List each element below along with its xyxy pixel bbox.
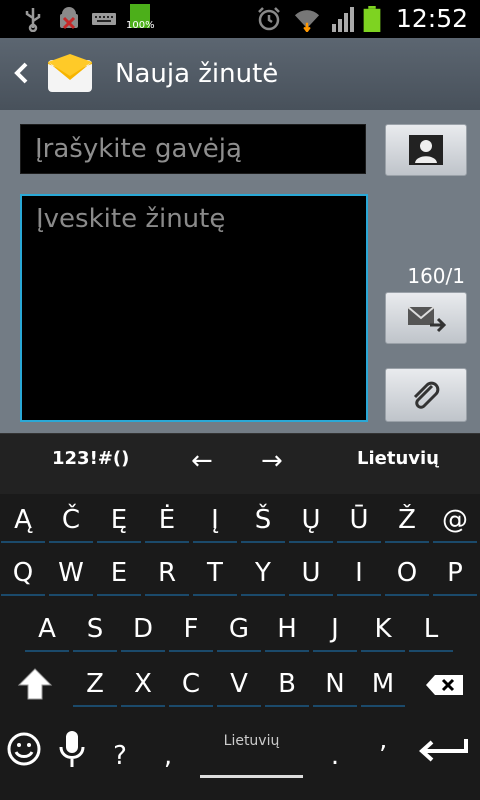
chevron-left-icon[interactable]: [8, 56, 36, 90]
emoji-key[interactable]: [2, 725, 46, 775]
key[interactable]: F: [169, 606, 213, 652]
key[interactable]: G: [217, 606, 261, 652]
clock: 12:52: [395, 4, 468, 33]
key[interactable]: R: [145, 550, 189, 596]
key[interactable]: D: [121, 606, 165, 652]
battery-full-icon: 100%: [126, 4, 155, 34]
question-key[interactable]: ?: [98, 733, 142, 779]
usb-icon: [25, 8, 41, 32]
send-button[interactable]: [385, 292, 467, 344]
key[interactable]: U: [289, 550, 333, 596]
voice-input-key[interactable]: [50, 725, 94, 775]
language-key[interactable]: Lietuvių: [357, 448, 439, 469]
key[interactable]: T: [193, 550, 237, 596]
wifi-icon: [294, 10, 320, 32]
space-bar-line: [200, 775, 303, 778]
backspace-icon: [426, 675, 463, 695]
cursor-left-key[interactable]: ←: [191, 446, 213, 476]
key[interactable]: K: [361, 606, 405, 652]
key[interactable]: W: [49, 550, 93, 596]
key[interactable]: Į: [193, 497, 237, 543]
key[interactable]: Q: [1, 550, 45, 596]
key[interactable]: O: [385, 550, 429, 596]
page-title: Nauja žinutė: [115, 59, 279, 89]
shift-key[interactable]: [10, 661, 60, 707]
key[interactable]: B: [265, 661, 309, 707]
space-key[interactable]: Lietuvių: [200, 733, 303, 783]
key[interactable]: M: [361, 661, 405, 707]
microphone-icon: [59, 731, 85, 767]
compose-area: Įrašykite gavėją Įveskite žinutę 160/1: [0, 110, 480, 433]
signal-icon: [332, 7, 354, 32]
key[interactable]: Č: [49, 497, 93, 543]
space-label: Lietuvių: [223, 733, 280, 749]
contact-icon: [409, 135, 443, 165]
keyboard-toolbar: 123!#() ← → Lietuvių: [0, 433, 480, 494]
char-counter: 160/1: [407, 264, 465, 288]
attach-button[interactable]: [385, 368, 467, 422]
android-debug-icon: [60, 7, 78, 30]
key[interactable]: Ū: [337, 497, 381, 543]
key[interactable]: Z: [73, 661, 117, 707]
key[interactable]: @: [433, 497, 477, 543]
symbols-key[interactable]: 123!#(): [52, 448, 129, 469]
contacts-button[interactable]: [385, 124, 467, 176]
keyboard-icon: [92, 13, 116, 25]
status-bar: 100% 12:52: [0, 0, 480, 38]
key[interactable]: Ą: [1, 497, 45, 543]
comma-key[interactable]: ,: [146, 733, 190, 779]
key[interactable]: Š: [241, 497, 285, 543]
key[interactable]: J: [313, 606, 357, 652]
key[interactable]: Ž: [385, 497, 429, 543]
envelope-icon: [48, 54, 92, 92]
alarm-icon: [258, 7, 280, 31]
key[interactable]: C: [169, 661, 213, 707]
key[interactable]: Y: [241, 550, 285, 596]
key[interactable]: A: [25, 606, 69, 652]
key[interactable]: S: [73, 606, 117, 652]
enter-key[interactable]: [416, 725, 472, 775]
key[interactable]: N: [313, 661, 357, 707]
keyboard: 123!#() ← → Lietuvių Ą Č Ę Ė Į Š Ų Ū Ž @…: [0, 433, 480, 800]
battery-icon: [363, 6, 381, 32]
paperclip-icon: [413, 381, 440, 409]
key[interactable]: Ę: [97, 497, 141, 543]
key[interactable]: I: [337, 550, 381, 596]
key[interactable]: H: [265, 606, 309, 652]
enter-arrow-icon: [419, 739, 468, 762]
key[interactable]: Ų: [289, 497, 333, 543]
cursor-right-key[interactable]: →: [261, 446, 283, 476]
recipient-input[interactable]: Įrašykite gavėją: [20, 124, 366, 174]
key[interactable]: E: [97, 550, 141, 596]
key[interactable]: P: [433, 550, 477, 596]
message-input[interactable]: Įveskite žinutę: [20, 194, 368, 422]
backspace-key[interactable]: [420, 661, 470, 707]
key[interactable]: X: [121, 661, 165, 707]
shift-icon: [17, 668, 53, 700]
key[interactable]: V: [217, 661, 261, 707]
key[interactable]: Ė: [145, 497, 189, 543]
title-bar: Nauja žinutė: [0, 38, 480, 111]
apostrophe-key[interactable]: ’: [361, 733, 405, 779]
send-message-icon: [407, 306, 446, 333]
period-key[interactable]: .: [313, 733, 357, 779]
key[interactable]: L: [409, 606, 453, 652]
smiley-icon: [7, 732, 41, 766]
